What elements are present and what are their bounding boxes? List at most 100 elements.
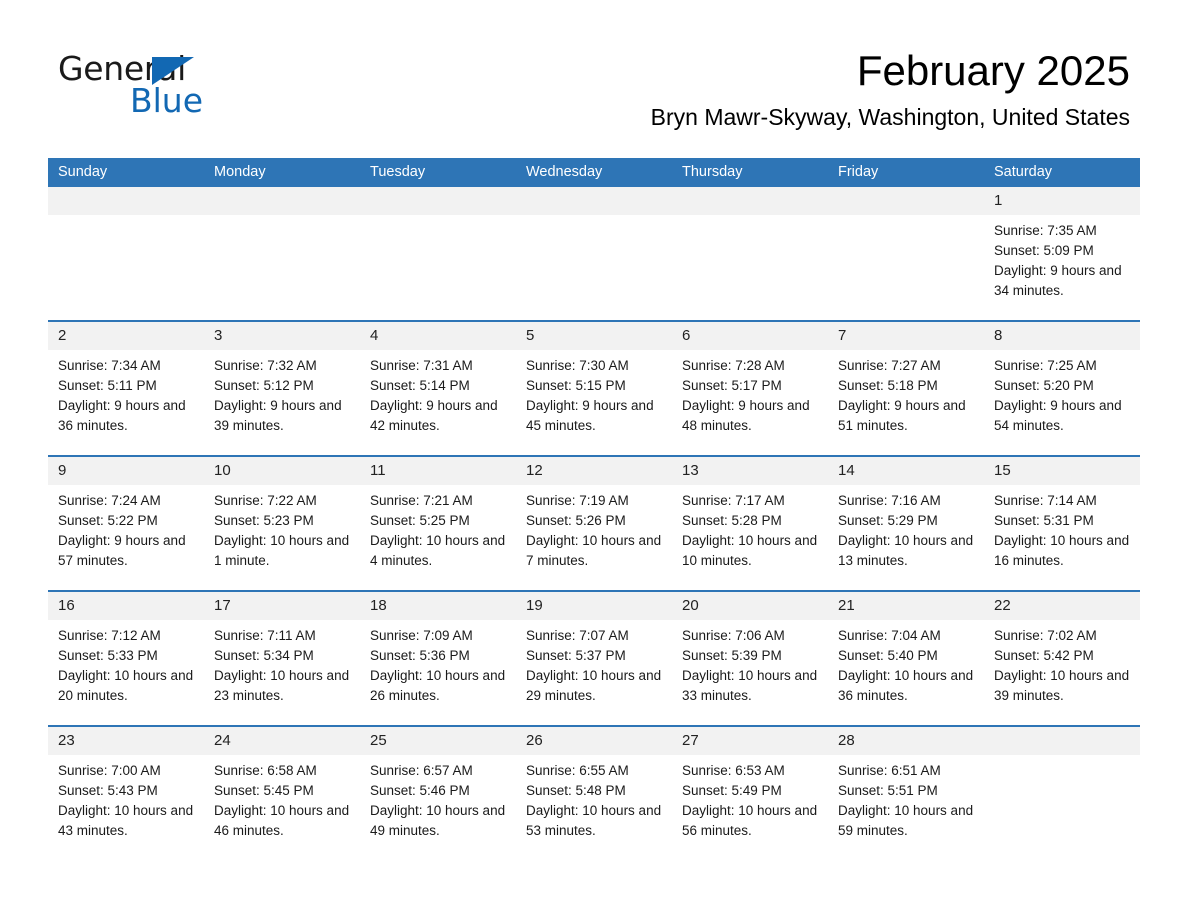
daylight-text: Daylight: 10 hours and 1 minute. [214, 533, 350, 568]
weekday-header-monday: Monday [204, 158, 360, 187]
calendar-day-cell[interactable]: 19 Sunrise: 7:07 AM Sunset: 5:37 PM Dayligh… [516, 590, 672, 726]
day-number: 12 [516, 457, 672, 485]
calendar-day-cell[interactable]: 24 Sunrise: 6:58 AM Sunset: 5:45 PM Dayligh… [204, 725, 360, 860]
day-number [828, 187, 984, 215]
brand-logo[interactable]: General Blue [58, 52, 238, 118]
day-details: Sunrise: 6:55 AM Sunset: 5:48 PM Daylight:… [516, 755, 672, 841]
calendar-day-cell[interactable]: 5 Sunrise: 7:30 AM Sunset: 5:15 PM Daylight… [516, 320, 672, 456]
sunrise-text: Sunrise: 7:17 AM [682, 493, 785, 508]
day-number: 10 [204, 457, 360, 485]
daylight-text: Daylight: 9 hours and 34 minutes. [994, 263, 1122, 298]
calendar-day-cell[interactable]: 7 Sunrise: 7:27 AM Sunset: 5:18 PM Daylight… [828, 320, 984, 456]
day-number: 2 [48, 322, 204, 350]
sunrise-text: Sunrise: 7:28 AM [682, 358, 785, 373]
day-details: Sunrise: 7:34 AM Sunset: 5:11 PM Daylight:… [48, 350, 204, 436]
calendar-day-cell[interactable]: 12 Sunrise: 7:19 AM Sunset: 5:26 PM Dayligh… [516, 455, 672, 591]
sunset-text: Sunset: 5:43 PM [58, 783, 158, 798]
sunset-text: Sunset: 5:39 PM [682, 648, 782, 663]
day-number: 9 [48, 457, 204, 485]
calendar-day-cell[interactable]: 10 Sunrise: 7:22 AM Sunset: 5:23 PM Dayligh… [204, 455, 360, 591]
day-number: 11 [360, 457, 516, 485]
calendar-week-row: 1 Sunrise: 7:35 AM Sunset: 5:09 PM Daylight… [48, 187, 1140, 321]
calendar-day-cell[interactable]: 20 Sunrise: 7:06 AM Sunset: 5:39 PM Dayligh… [672, 590, 828, 726]
calendar-day-cell[interactable]: 14 Sunrise: 7:16 AM Sunset: 5:29 PM Dayligh… [828, 455, 984, 591]
calendar-day-cell[interactable]: 22 Sunrise: 7:02 AM Sunset: 5:42 PM Dayligh… [984, 590, 1140, 726]
sunrise-text: Sunrise: 7:24 AM [58, 493, 161, 508]
calendar-day-cell[interactable]: 13 Sunrise: 7:17 AM Sunset: 5:28 PM Dayligh… [672, 455, 828, 591]
day-number: 19 [516, 592, 672, 620]
sunrise-text: Sunrise: 7:07 AM [526, 628, 629, 643]
calendar-day-cell[interactable]: 27 Sunrise: 6:53 AM Sunset: 5:49 PM Dayligh… [672, 725, 828, 860]
sunrise-text: Sunrise: 6:51 AM [838, 763, 941, 778]
calendar-day-cell-empty [984, 725, 1140, 860]
calendar-day-cell[interactable]: 17 Sunrise: 7:11 AM Sunset: 5:34 PM Dayligh… [204, 590, 360, 726]
calendar-day-cell-empty [828, 187, 984, 321]
daylight-text: Daylight: 10 hours and 49 minutes. [370, 803, 506, 838]
calendar-day-cell[interactable]: 16 Sunrise: 7:12 AM Sunset: 5:33 PM Dayligh… [48, 590, 204, 726]
daylight-text: Daylight: 10 hours and 53 minutes. [526, 803, 662, 838]
sunset-text: Sunset: 5:40 PM [838, 648, 938, 663]
day-number: 21 [828, 592, 984, 620]
day-details: Sunrise: 7:32 AM Sunset: 5:12 PM Daylight:… [204, 350, 360, 436]
calendar-body: 1 Sunrise: 7:35 AM Sunset: 5:09 PM Daylight… [48, 187, 1140, 860]
day-details: Sunrise: 7:11 AM Sunset: 5:34 PM Daylight:… [204, 620, 360, 706]
day-details: Sunrise: 7:07 AM Sunset: 5:37 PM Daylight:… [516, 620, 672, 706]
sunrise-text: Sunrise: 7:09 AM [370, 628, 473, 643]
calendar-day-cell[interactable]: 28 Sunrise: 6:51 AM Sunset: 5:51 PM Dayligh… [828, 725, 984, 860]
sunrise-text: Sunrise: 7:32 AM [214, 358, 317, 373]
sunrise-text: Sunrise: 6:57 AM [370, 763, 473, 778]
day-details: Sunrise: 6:57 AM Sunset: 5:46 PM Daylight:… [360, 755, 516, 841]
calendar-day-cell[interactable]: 11 Sunrise: 7:21 AM Sunset: 5:25 PM Dayligh… [360, 455, 516, 591]
calendar-day-cell[interactable]: 3 Sunrise: 7:32 AM Sunset: 5:12 PM Daylight… [204, 320, 360, 456]
day-details: Sunrise: 7:25 AM Sunset: 5:20 PM Daylight:… [984, 350, 1140, 436]
daylight-text: Daylight: 10 hours and 20 minutes. [58, 668, 194, 703]
sunset-text: Sunset: 5:12 PM [214, 378, 314, 393]
sunrise-text: Sunrise: 7:19 AM [526, 493, 629, 508]
calendar-day-cell-empty [672, 187, 828, 321]
day-number: 5 [516, 322, 672, 350]
daylight-text: Daylight: 10 hours and 10 minutes. [682, 533, 818, 568]
daylight-text: Daylight: 10 hours and 56 minutes. [682, 803, 818, 838]
calendar-day-cell[interactable]: 6 Sunrise: 7:28 AM Sunset: 5:17 PM Daylight… [672, 320, 828, 456]
calendar-day-cell[interactable]: 21 Sunrise: 7:04 AM Sunset: 5:40 PM Dayligh… [828, 590, 984, 726]
day-details: Sunrise: 7:16 AM Sunset: 5:29 PM Daylight:… [828, 485, 984, 571]
sunset-text: Sunset: 5:36 PM [370, 648, 470, 663]
sunset-text: Sunset: 5:23 PM [214, 513, 314, 528]
day-details: Sunrise: 7:30 AM Sunset: 5:15 PM Daylight:… [516, 350, 672, 436]
weekday-header-tuesday: Tuesday [360, 158, 516, 187]
calendar-day-cell[interactable]: 8 Sunrise: 7:25 AM Sunset: 5:20 PM Daylight… [984, 320, 1140, 456]
weekday-header-sunday: Sunday [48, 158, 204, 187]
day-details: Sunrise: 7:28 AM Sunset: 5:17 PM Daylight:… [672, 350, 828, 436]
sunrise-text: Sunrise: 7:16 AM [838, 493, 941, 508]
day-number: 25 [360, 727, 516, 755]
calendar-day-cell[interactable]: 2 Sunrise: 7:34 AM Sunset: 5:11 PM Daylight… [48, 320, 204, 456]
calendar-day-cell-empty [204, 187, 360, 321]
calendar-day-cell[interactable]: 4 Sunrise: 7:31 AM Sunset: 5:14 PM Daylight… [360, 320, 516, 456]
weekday-header-wednesday: Wednesday [516, 158, 672, 187]
calendar-day-cell[interactable]: 9 Sunrise: 7:24 AM Sunset: 5:22 PM Daylight… [48, 455, 204, 591]
calendar-day-cell[interactable]: 15 Sunrise: 7:14 AM Sunset: 5:31 PM Dayligh… [984, 455, 1140, 591]
daylight-text: Daylight: 9 hours and 51 minutes. [838, 398, 966, 433]
calendar-day-cell[interactable]: 18 Sunrise: 7:09 AM Sunset: 5:36 PM Dayligh… [360, 590, 516, 726]
calendar-day-cell-empty [360, 187, 516, 321]
day-number: 14 [828, 457, 984, 485]
sunrise-text: Sunrise: 6:58 AM [214, 763, 317, 778]
calendar-day-cell[interactable]: 1 Sunrise: 7:35 AM Sunset: 5:09 PM Daylight… [984, 187, 1140, 321]
daylight-text: Daylight: 9 hours and 45 minutes. [526, 398, 654, 433]
day-details: Sunrise: 7:27 AM Sunset: 5:18 PM Daylight:… [828, 350, 984, 436]
daylight-text: Daylight: 9 hours and 42 minutes. [370, 398, 498, 433]
day-details: Sunrise: 6:51 AM Sunset: 5:51 PM Daylight:… [828, 755, 984, 841]
calendar-table: Sunday Monday Tuesday Wednesday Thursday Frid… [48, 158, 1140, 860]
sunset-text: Sunset: 5:46 PM [370, 783, 470, 798]
daylight-text: Daylight: 10 hours and 39 minutes. [994, 668, 1130, 703]
calendar-day-cell[interactable]: 26 Sunrise: 6:55 AM Sunset: 5:48 PM Dayligh… [516, 725, 672, 860]
calendar-day-cell[interactable]: 25 Sunrise: 6:57 AM Sunset: 5:46 PM Dayligh… [360, 725, 516, 860]
day-details: Sunrise: 7:12 AM Sunset: 5:33 PM Daylight:… [48, 620, 204, 706]
day-details: Sunrise: 7:02 AM Sunset: 5:42 PM Daylight:… [984, 620, 1140, 706]
day-details: Sunrise: 7:21 AM Sunset: 5:25 PM Daylight:… [360, 485, 516, 571]
daylight-text: Daylight: 10 hours and 23 minutes. [214, 668, 350, 703]
daylight-text: Daylight: 10 hours and 36 minutes. [838, 668, 974, 703]
daylight-text: Daylight: 10 hours and 4 minutes. [370, 533, 506, 568]
sunset-text: Sunset: 5:20 PM [994, 378, 1094, 393]
calendar-day-cell[interactable]: 23 Sunrise: 7:00 AM Sunset: 5:43 PM Dayligh… [48, 725, 204, 860]
